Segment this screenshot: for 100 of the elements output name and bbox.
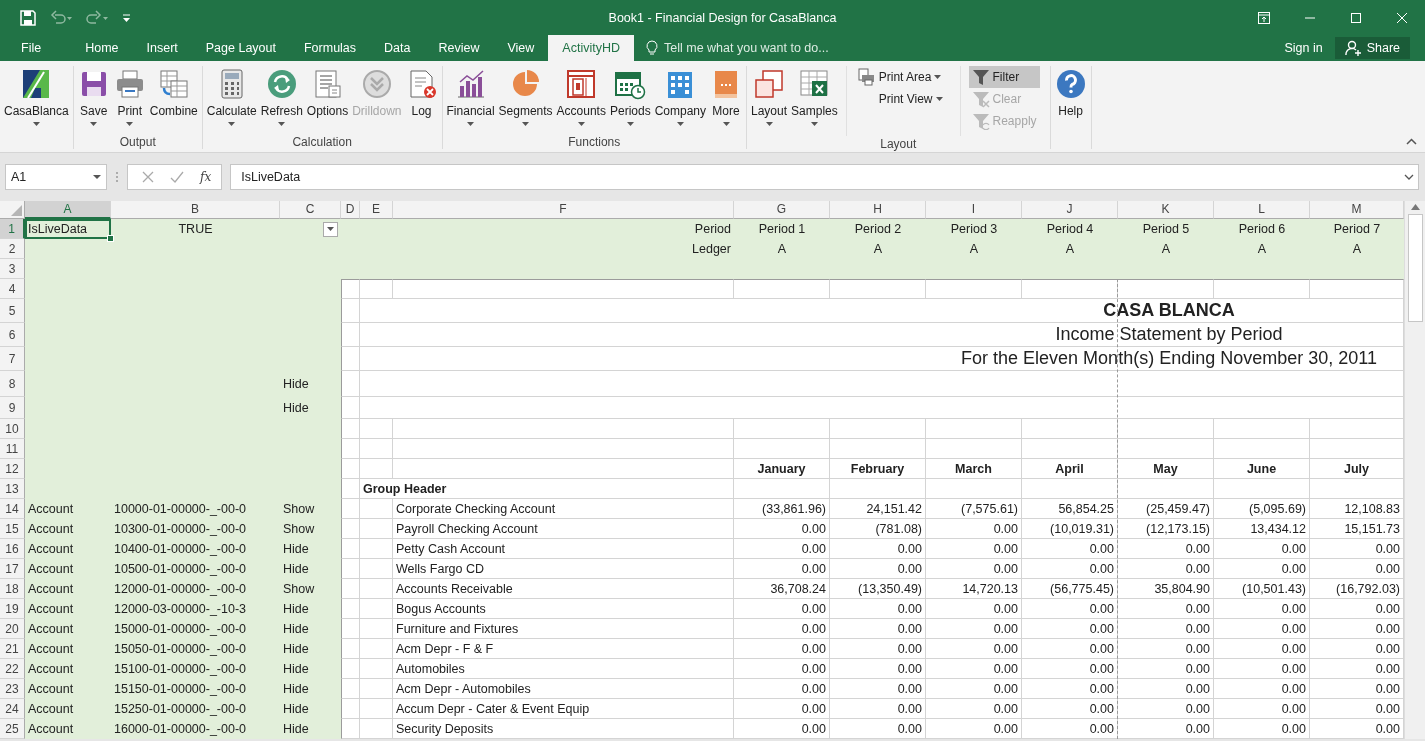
row-header[interactable]: 24 [0,699,25,719]
table-cell[interactable]: 36,708.24 [734,579,830,599]
table-cell[interactable]: 0.00 [926,559,1022,579]
table-cell[interactable]: 0.00 [1310,659,1404,679]
table-cell[interactable]: TRUE [111,219,280,239]
table-cell[interactable] [341,299,360,323]
table-cell[interactable] [360,439,393,459]
table-cell[interactable]: 15000-01-00000-_-00-0 [111,619,280,639]
ribbon-button[interactable]: Log [403,66,440,134]
formula-field[interactable]: IsLiveData [230,164,1419,190]
table-cell[interactable]: 0.00 [1022,639,1118,659]
table-cell[interactable] [734,439,830,459]
ribbon-tab[interactable]: Page Layout [191,35,290,61]
table-cell[interactable]: 0.00 [830,699,926,719]
table-cell[interactable]: IsLiveData [25,219,111,239]
table-cell[interactable]: Account [25,639,111,659]
table-cell[interactable] [1310,439,1404,459]
table-cell[interactable] [734,479,830,499]
table-cell[interactable] [341,499,360,519]
table-cell[interactable]: June [1214,459,1310,479]
row-header[interactable]: 4 [0,279,25,299]
table-cell[interactable] [341,439,360,459]
table-cell[interactable]: 0.00 [1118,659,1214,679]
table-cell[interactable]: 0.00 [1214,719,1310,739]
column-header[interactable]: M [1310,201,1404,219]
table-cell[interactable]: 0.00 [1310,559,1404,579]
table-cell[interactable]: 0.00 [1022,559,1118,579]
table-cell[interactable]: Account [25,499,111,519]
table-cell[interactable]: Security Deposits [393,719,734,739]
table-cell[interactable]: 0.00 [1214,599,1310,619]
table-cell[interactable]: 0.00 [1022,539,1118,559]
table-cell[interactable] [341,639,360,659]
table-cell[interactable]: Hide [280,371,341,397]
table-cell[interactable] [393,279,734,299]
table-cell[interactable] [360,397,1404,419]
table-cell[interactable]: 0.00 [734,519,830,539]
table-cell[interactable]: Show [280,579,341,599]
ribbon-tab[interactable]: Review [424,35,494,61]
scroll-up-icon[interactable] [1410,204,1420,210]
table-cell[interactable]: 0.00 [1022,719,1118,739]
table-cell[interactable]: Hide [280,659,341,679]
column-header[interactable]: A [25,201,111,219]
table-cell[interactable] [341,371,360,397]
table-cell[interactable]: 15100-01-00000-_-00-0 [111,659,280,679]
table-cell[interactable]: January [734,459,830,479]
table-cell[interactable]: 0.00 [1310,679,1404,699]
table-cell[interactable]: Petty Cash Account [393,539,734,559]
table-cell[interactable]: Account [25,699,111,719]
table-cell[interactable] [341,347,360,371]
table-cell[interactable]: 0.00 [830,599,926,619]
table-cell[interactable]: 15150-01-00000-_-00-0 [111,679,280,699]
ribbon-tab[interactable]: Formulas [289,35,371,61]
row-header[interactable]: 21 [0,639,25,659]
table-cell[interactable] [341,419,360,439]
table-cell[interactable] [360,679,393,699]
table-cell[interactable]: (5,095.69) [1214,499,1310,519]
table-cell[interactable] [926,279,1022,299]
ribbon-tab[interactable]: Insert [132,35,192,61]
table-cell[interactable]: Acm Depr - Automobiles [393,679,734,699]
table-cell[interactable] [360,539,393,559]
table-cell[interactable]: 0.00 [734,639,830,659]
table-cell[interactable]: 0.00 [926,659,1022,679]
ribbon-button[interactable]: Refresh [258,66,305,134]
row-header[interactable]: 16 [0,539,25,559]
tell-me-field[interactable]: Tell me what you want to do... [664,41,829,55]
table-cell[interactable]: 0.00 [830,559,926,579]
share-button[interactable]: Share [1334,37,1410,59]
table-cell[interactable]: 0.00 [1118,699,1214,719]
table-cell[interactable]: 0.00 [926,699,1022,719]
table-cell[interactable]: 0.00 [1118,539,1214,559]
table-cell[interactable] [1214,279,1310,299]
table-cell[interactable] [341,699,360,719]
table-cell[interactable] [360,499,393,519]
column-header[interactable]: L [1214,201,1310,219]
table-cell[interactable]: 0.00 [734,679,830,699]
table-cell[interactable]: 0.00 [1214,699,1310,719]
row-header[interactable]: 5 [0,299,25,323]
table-cell[interactable]: 0.00 [734,539,830,559]
table-cell[interactable]: Hide [280,397,341,419]
table-cell[interactable]: Account [25,559,111,579]
row-header[interactable]: 20 [0,619,25,639]
table-cell[interactable]: 0.00 [1310,719,1404,739]
table-cell[interactable]: Ledger [393,239,734,259]
table-cell[interactable] [734,419,830,439]
ribbon-button[interactable]: Samples [789,66,840,134]
table-cell[interactable]: 0.00 [1310,639,1404,659]
table-cell[interactable]: 0.00 [830,659,926,679]
row-header[interactable]: 19 [0,599,25,619]
table-cell[interactable] [1118,419,1214,439]
table-cell[interactable]: 0.00 [1214,559,1310,579]
row-header[interactable]: 25 [0,719,25,739]
ribbon-button[interactable]: Print [111,66,148,134]
table-cell[interactable] [360,719,393,739]
table-cell[interactable]: A [830,239,926,259]
ribbon-button[interactable]: Save [75,66,112,134]
column-header[interactable]: B [111,201,280,219]
table-cell[interactable] [341,579,360,599]
table-cell[interactable] [341,323,360,347]
table-cell[interactable]: (33,861.96) [734,499,830,519]
column-header[interactable]: C [280,201,341,219]
